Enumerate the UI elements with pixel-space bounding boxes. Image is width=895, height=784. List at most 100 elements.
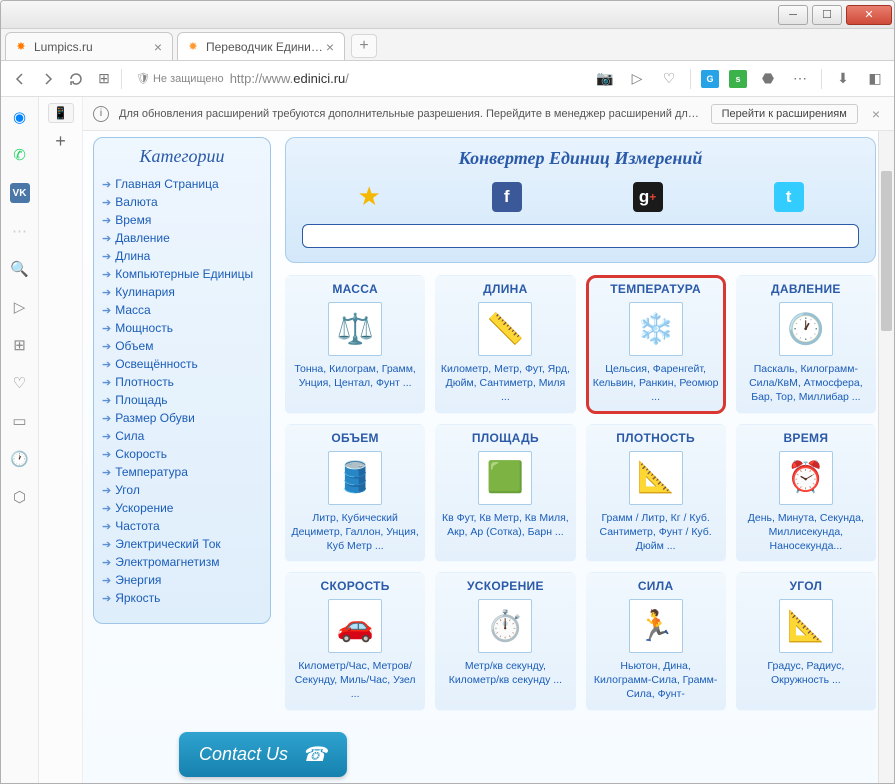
category-item[interactable]: ➔Сила (100, 427, 264, 445)
category-link[interactable]: Компьютерные Единицы (115, 267, 253, 281)
category-item[interactable]: ➔Объем (100, 337, 264, 355)
category-item[interactable]: ➔Температура (100, 463, 264, 481)
category-link[interactable]: Ускорение (115, 501, 173, 515)
category-item[interactable]: ➔Ускорение (100, 499, 264, 517)
unit-card-плотность[interactable]: ПЛОТНОСТЬ📐Грамм / Литр, Кг / Куб. Сантим… (586, 424, 726, 563)
category-link[interactable]: Частота (115, 519, 159, 533)
unit-card-масса[interactable]: МАССА⚖️Тонна, Килограм, Грамм, Унция, Це… (285, 275, 425, 414)
nav-reload-button[interactable] (65, 68, 87, 90)
category-item[interactable]: ➔Размер Обуви (100, 409, 264, 427)
play-icon[interactable]: ▷ (626, 68, 648, 90)
category-item[interactable]: ➔Компьютерные Единицы (100, 265, 264, 283)
downloads-icon[interactable]: ⬇ (832, 68, 854, 90)
category-link[interactable]: Валюта (115, 195, 157, 209)
category-link[interactable]: Освещённость (115, 357, 197, 371)
category-link[interactable]: Электрический Ток (115, 537, 220, 551)
tab-close-icon[interactable]: × (324, 39, 336, 55)
bookmark-icon[interactable]: ♡ (658, 68, 680, 90)
category-item[interactable]: ➔Освещённость (100, 355, 264, 373)
category-item[interactable]: ➔Частота (100, 517, 264, 535)
category-link[interactable]: Кулинария (115, 285, 175, 299)
category-link[interactable]: Площадь (115, 393, 167, 407)
unit-card-сила[interactable]: СИЛА🏃Ньютон, Дина, Килограмм-Сила, Грамм… (586, 572, 726, 711)
scrollbar-thumb[interactable] (881, 171, 892, 331)
category-link[interactable]: Электромагнетизм (115, 555, 219, 569)
category-link[interactable]: Температура (115, 465, 188, 479)
category-item[interactable]: ➔Кулинария (100, 283, 264, 301)
extension-icon-2[interactable]: s (729, 70, 747, 88)
category-link[interactable]: Плотность (115, 375, 174, 389)
camera-icon[interactable]: 📷 (594, 68, 616, 90)
nav-forward-button[interactable] (37, 68, 59, 90)
category-link[interactable]: Размер Обуви (115, 411, 195, 425)
category-link[interactable]: Давление (115, 231, 170, 245)
sidebar-toggle-icon[interactable]: ◧ (864, 68, 886, 90)
extension-icon-1[interactable]: G (701, 70, 719, 88)
category-link[interactable]: Время (115, 213, 151, 227)
send-icon[interactable]: ▷ (10, 297, 30, 317)
category-link[interactable]: Яркость (115, 591, 160, 605)
speed-dial-icon[interactable]: ⊞ (93, 68, 115, 90)
category-item[interactable]: ➔Давление (100, 229, 264, 247)
cube-icon[interactable]: ⬡ (10, 487, 30, 507)
category-item[interactable]: ➔Яркость (100, 589, 264, 607)
category-item[interactable]: ➔Угол (100, 481, 264, 499)
category-link[interactable]: Скорость (115, 447, 167, 461)
category-link[interactable]: Энергия (115, 573, 161, 587)
window-maximize-button[interactable]: ☐ (812, 5, 842, 25)
category-item[interactable]: ➔Длина (100, 247, 264, 265)
category-item[interactable]: ➔Энергия (100, 571, 264, 589)
address-field[interactable]: 🛡 Не защищено http://www.edinici.ru/ (128, 69, 588, 88)
news-icon[interactable]: ▭ (10, 411, 30, 431)
unit-card-давление[interactable]: ДАВЛЕНИЕ🕐Паскаль, Килограмм-Сила/КвМ, Ат… (736, 275, 876, 414)
category-item[interactable]: ➔Площадь (100, 391, 264, 409)
unit-card-площадь[interactable]: ПЛОЩАДЬ🟩Кв Фут, Кв Метр, Кв Миля, Акр, А… (435, 424, 575, 563)
unit-card-скорость[interactable]: СКОРОСТЬ🚗Километр/Час, Метров/Секунду, М… (285, 572, 425, 711)
phone-badge-icon[interactable]: 📱 (48, 103, 74, 123)
category-item[interactable]: ➔Масса (100, 301, 264, 319)
tab-lumpics[interactable]: ✸ Lumpics.ru × (5, 32, 173, 60)
contact-us-button[interactable]: Contact Us ☎ (179, 732, 347, 777)
window-close-button[interactable]: ✕ (846, 5, 892, 25)
history-icon[interactable]: 🕐 (10, 449, 30, 469)
category-link[interactable]: Угол (115, 483, 140, 497)
vk-icon[interactable]: VK (10, 183, 30, 203)
unit-card-объем[interactable]: ОБЪЕМ🛢️Литр, Кубический Дециметр, Галлон… (285, 424, 425, 563)
heart-icon[interactable]: ♡ (10, 373, 30, 393)
category-link[interactable]: Объем (115, 339, 153, 353)
window-minimize-button[interactable]: ─ (778, 5, 808, 25)
apps-icon[interactable]: ⊞ (10, 335, 30, 355)
facebook-icon[interactable]: f (492, 182, 522, 212)
category-link[interactable]: Масса (115, 303, 150, 317)
category-link[interactable]: Сила (115, 429, 144, 443)
category-item[interactable]: ➔Главная Страница (100, 175, 264, 193)
messenger-icon[interactable]: ◉ (10, 107, 30, 127)
googleplus-icon[interactable]: g+ (633, 182, 663, 212)
category-item[interactable]: ➔Мощность (100, 319, 264, 337)
tab-close-icon[interactable]: × (152, 39, 164, 55)
converter-search-input[interactable] (302, 224, 859, 248)
category-item[interactable]: ➔Скорость (100, 445, 264, 463)
tab-edinici[interactable]: ✸ Переводчик Единиц Изме × (177, 32, 345, 60)
category-item[interactable]: ➔Плотность (100, 373, 264, 391)
category-item[interactable]: ➔Валюта (100, 193, 264, 211)
category-link[interactable]: Главная Страница (115, 177, 218, 191)
add-button[interactable]: + (48, 131, 74, 151)
category-item[interactable]: ➔Время (100, 211, 264, 229)
unit-card-ускорение[interactable]: УСКОРЕНИЕ⏱️Метр/кв секунду, Километр/кв … (435, 572, 575, 711)
extensions-menu-icon[interactable]: ⋯ (789, 68, 811, 90)
twitter-icon[interactable]: t (774, 182, 804, 212)
vertical-scrollbar[interactable] (878, 131, 894, 784)
unit-card-длина[interactable]: ДЛИНА📏Километр, Метр, Фут, Ярд, Дюйм, Са… (435, 275, 575, 414)
category-item[interactable]: ➔Электромагнетизм (100, 553, 264, 571)
nav-back-button[interactable] (9, 68, 31, 90)
notification-close-icon[interactable]: × (868, 106, 884, 122)
search-icon[interactable]: 🔍 (10, 259, 30, 279)
unit-card-температура[interactable]: ТЕМПЕРАТУРА❄️Цельсия, Фаренгейт, Кельвин… (586, 275, 726, 414)
favorite-star-icon[interactable]: ★ (357, 181, 380, 212)
unit-card-угол[interactable]: УГОЛ📐Градус, Радиус, Окружность ... (736, 572, 876, 711)
category-item[interactable]: ➔Электрический Ток (100, 535, 264, 553)
unit-card-время[interactable]: ВРЕМЯ⏰День, Минута, Секунда, Миллисекунд… (736, 424, 876, 563)
whatsapp-icon[interactable]: ✆ (10, 145, 30, 165)
extension-icon-3[interactable]: ⬣ (757, 68, 779, 90)
